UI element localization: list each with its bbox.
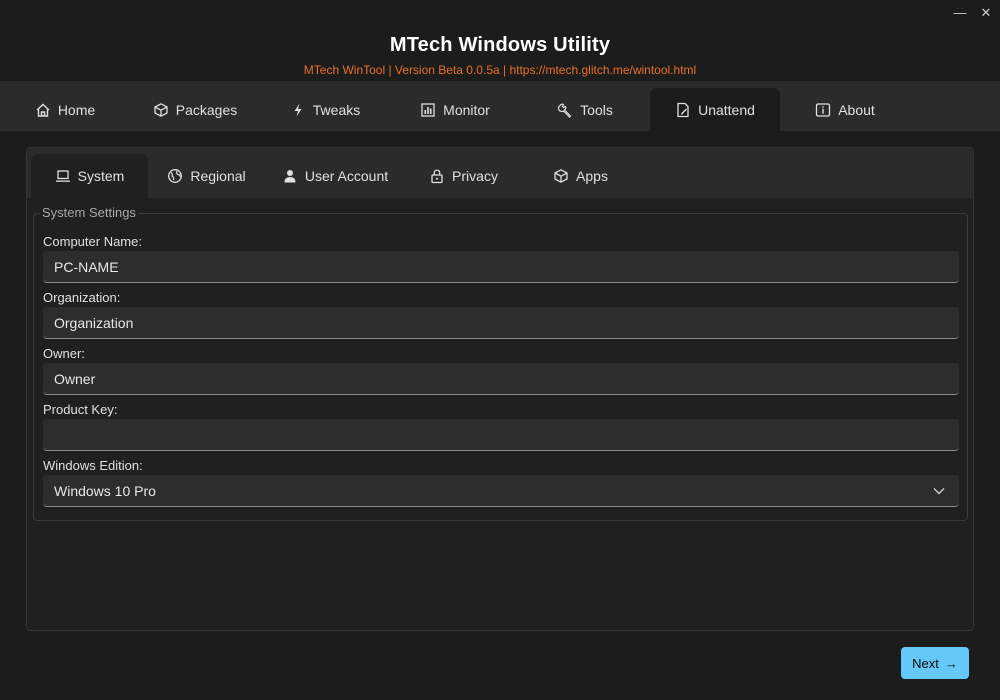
subtab-privacy-label: Privacy [452, 168, 498, 184]
minimize-button[interactable]: — [952, 4, 968, 20]
home-icon [35, 102, 51, 118]
chart-icon [420, 102, 436, 118]
subtab-user-account[interactable]: User Account [265, 154, 405, 198]
windows-edition-select[interactable]: Windows 10 Pro [43, 475, 959, 507]
tab-monitor[interactable]: Monitor [390, 88, 520, 131]
product-key-input[interactable] [43, 419, 959, 451]
computer-name-label: Computer Name: [43, 234, 142, 249]
subtab-system[interactable]: System [31, 154, 148, 198]
arrow-right-icon: → [944, 655, 958, 671]
organization-input[interactable]: Organization [43, 307, 959, 339]
tab-packages-label: Packages [175, 101, 238, 118]
tab-tweaks[interactable]: Tweaks [260, 88, 390, 131]
main-tabbar: Home Packages Tweaks Monitor Tools Unatt… [0, 81, 1000, 131]
tab-unattend-label: Unattend [698, 101, 755, 118]
tab-tools-label: Tools [580, 101, 613, 118]
tab-about-label: About [838, 101, 875, 118]
wrench-icon [557, 102, 573, 118]
document-edit-icon [675, 102, 691, 118]
sub-tabbar: System Regional User Account Privacy App… [27, 148, 973, 198]
app-header: MTech Windows Utility MTech WinTool | Ve… [0, 34, 1000, 77]
unattend-panel: System Regional User Account Privacy App… [26, 147, 974, 631]
package-icon [153, 102, 169, 118]
system-settings-legend: System Settings [40, 205, 138, 220]
organization-value: Organization [54, 314, 134, 331]
lock-icon [429, 168, 445, 184]
globe-icon [167, 168, 183, 184]
tab-home-label: Home [57, 101, 96, 118]
tab-home[interactable]: Home [0, 88, 130, 131]
subtab-system-label: System [77, 168, 125, 184]
user-icon [282, 168, 298, 184]
subtab-apps[interactable]: Apps [522, 154, 639, 198]
tab-unattend[interactable]: Unattend [650, 88, 780, 131]
windows-edition-value: Windows 10 Pro [54, 482, 156, 499]
tab-tweaks-label: Tweaks [312, 101, 361, 118]
package-icon [553, 168, 569, 184]
subtab-regional-label: Regional [190, 168, 246, 184]
next-button-label: Next [912, 655, 939, 671]
next-button[interactable]: Next → [901, 647, 969, 679]
organization-label: Organization: [43, 290, 121, 305]
close-button[interactable]: ✕ [978, 4, 994, 20]
product-key-label: Product Key: [43, 402, 118, 417]
app-subtitle: MTech WinTool | Version Beta 0.0.5a | ht… [303, 63, 697, 77]
tab-about[interactable]: About [780, 88, 910, 131]
computer-name-value: PC-NAME [54, 258, 119, 275]
subtab-apps-label: Apps [576, 168, 608, 184]
owner-value: Owner [54, 370, 96, 387]
laptop-icon [55, 168, 71, 184]
lightning-icon [290, 102, 306, 118]
chevron-down-icon [933, 487, 945, 495]
tab-tools[interactable]: Tools [520, 88, 650, 131]
computer-name-input[interactable]: PC-NAME [43, 251, 959, 283]
app-title: MTech Windows Utility [389, 34, 611, 56]
tab-monitor-label: Monitor [443, 101, 490, 118]
tab-packages[interactable]: Packages [130, 88, 260, 131]
subtab-regional[interactable]: Regional [148, 154, 265, 198]
owner-input[interactable]: Owner [43, 363, 959, 395]
subtab-privacy[interactable]: Privacy [405, 154, 522, 198]
subtab-user-account-label: User Account [304, 168, 389, 184]
windows-edition-label: Windows Edition: [43, 458, 143, 473]
info-icon [815, 102, 831, 118]
system-settings-group: System Settings Computer Name: PC-NAME O… [33, 205, 968, 521]
window-controls: — ✕ [952, 4, 994, 20]
owner-label: Owner: [43, 346, 85, 361]
